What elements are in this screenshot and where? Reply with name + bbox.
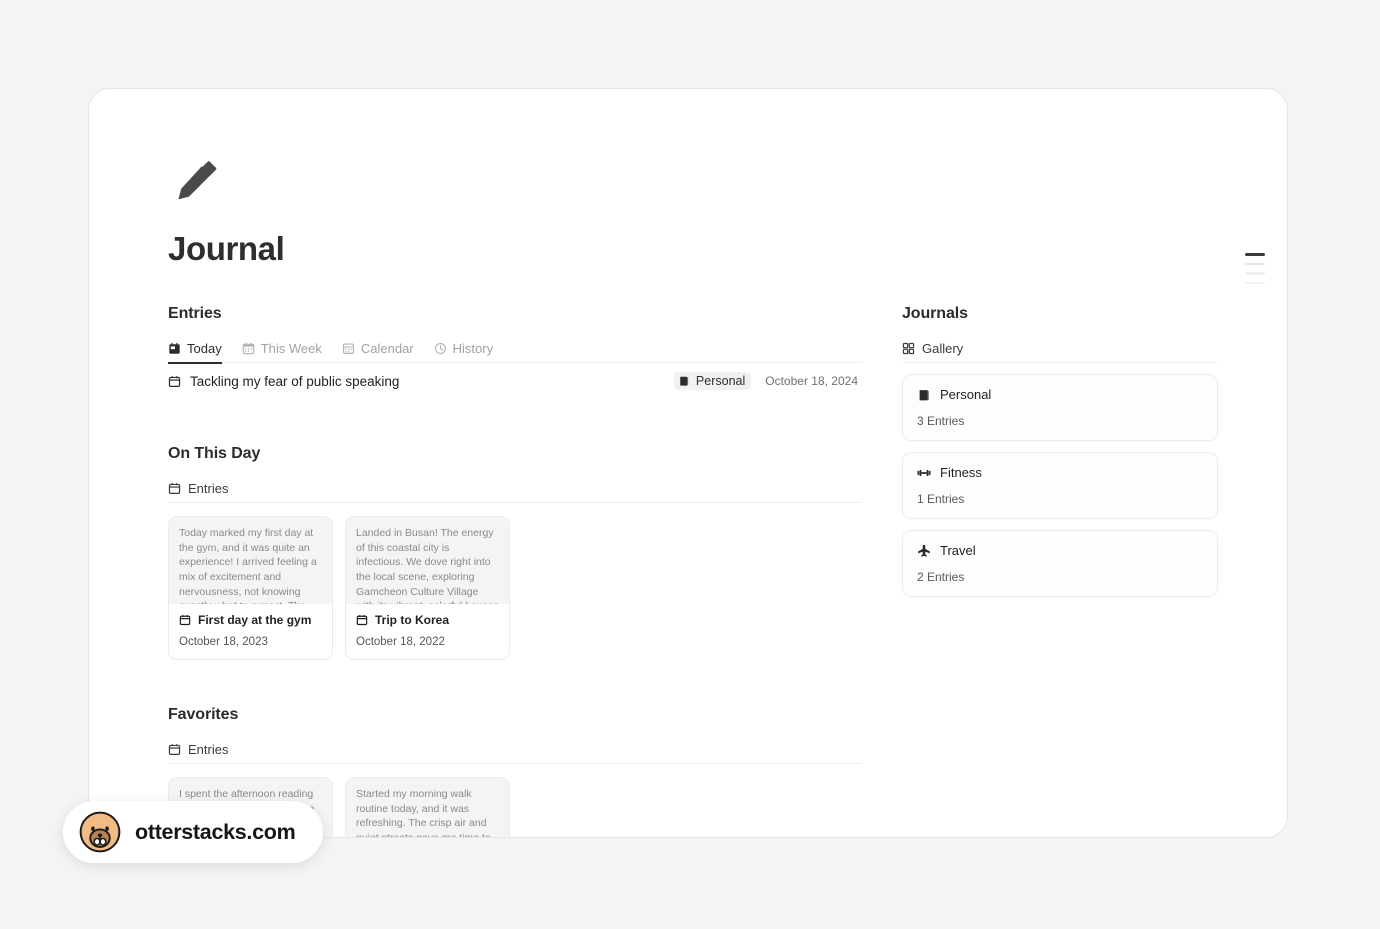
tab-history[interactable]: History [434,335,493,363]
watermark-badge: otterstacks.com [63,801,324,863]
tab-this-week[interactable]: This Week [242,335,322,363]
journals-column: Journals Gallery Personal 3 Entries Fitn… [902,305,1218,598]
on-this-day-card-grid: Today marked my first day at the gym, an… [168,516,862,661]
tab-today-label: Today [187,340,222,356]
tab-this-week-label: This Week [260,340,322,356]
otter-avatar-icon [79,811,121,853]
preview-card[interactable]: Landed in Busan! The energy of this coas… [345,516,510,661]
preview-card-title-label: Trip to Korea [375,613,450,628]
journal-card-count: 1 Entries [917,492,965,507]
entry-journal-label: Personal [695,374,746,389]
journal-card-personal[interactable]: Personal 3 Entries [902,374,1218,442]
book-icon [680,377,689,386]
tab-history-label: History [452,340,494,356]
preview-card[interactable]: Today marked my first day at the gym, an… [168,516,333,661]
favorites-subhead-label: Entries [188,742,229,758]
preview-card-footer: First day at the gym October 18, 2023 [169,604,332,660]
entry-journal-badge[interactable]: Personal [673,372,752,391]
calendar-icon [179,615,191,626]
watermark-label: otterstacks.com [135,819,296,844]
entries-section-title: Entries [168,305,222,323]
on-this-day-subhead-label: Entries [188,481,229,497]
calendar-days-icon [242,342,254,355]
clock-icon [434,342,446,354]
main-column: Entries Today This Week Calendar History… [168,305,862,837]
journal-card-label: Travel [940,543,976,559]
calendar-icon [356,615,368,626]
entry-row-date: October 18, 2024 [765,374,858,389]
calendar-icon [168,483,181,495]
gallery-grid-icon [902,343,915,355]
calendar-grid-icon [342,343,354,354]
tab-calendar-label: Calendar [360,340,414,356]
journals-subhead[interactable]: Gallery [902,335,1218,364]
pencil-icon[interactable] [168,157,220,209]
favorites-title: Favorites [168,706,239,724]
calendar-icon [168,744,181,756]
preview-card-footer: Trip to Korea October 18, 2022 [346,604,509,660]
journal-card-count: 2 Entries [917,570,965,585]
preview-card-title: First day at the gym [179,613,322,627]
tab-calendar[interactable]: Calendar [342,335,414,363]
preview-card-text: Started my morning walk routine today, a… [356,788,491,837]
preview-card[interactable]: Started my morning walk routine today, a… [345,777,510,837]
preview-card-body: Today marked my first day at the gym, an… [169,517,332,605]
journals-subhead-label: Gallery [922,341,964,357]
entry-row-title: Tackling my fear of public speaking [190,373,400,389]
preview-card-date: October 18, 2022 [356,636,445,649]
journal-card-count: 3 Entries [917,414,965,429]
page-title: Journal [168,230,285,267]
entries-tabbar: Today This Week Calendar History [168,335,862,364]
tab-today[interactable]: Today [168,335,222,364]
app-window: Journal Entries Today This Week Calendar… [88,88,1288,838]
preview-card-date: October 18, 2023 [179,636,268,649]
preview-card-text: Today marked my first day at the gym, an… [179,527,317,604]
preview-card-body: Started my morning walk routine today, a… [346,778,509,837]
book-icon [919,389,929,401]
on-this-day-subhead: Entries [168,475,862,504]
calendar-icon [168,375,181,387]
journal-card-fitness[interactable]: Fitness 1 Entries [902,452,1218,520]
page-content: Journal Entries Today This Week Calendar… [89,89,1287,837]
journal-card-title: Travel [917,543,1203,558]
journal-card-label: Personal [940,387,992,403]
on-this-day-title: On This Day [168,445,261,463]
journals-section-title: Journals [902,305,968,323]
preview-card-title-label: First day at the gym [198,613,312,628]
preview-card-title: Trip to Korea [356,613,499,627]
journal-card-label: Fitness [940,465,982,481]
journal-card-title: Fitness [917,465,1203,480]
entry-row[interactable]: Tackling my fear of public speaking Pers… [168,363,862,399]
preview-card-text: Landed in Busan! The energy of this coas… [356,527,499,604]
calendar-filled-icon [169,342,180,354]
airplane-icon [918,544,930,557]
page-scroll-area[interactable]: Journal Entries Today This Week Calendar… [89,89,1287,837]
favorites-subhead: Entries [168,736,862,765]
preview-card-body: Landed in Busan! The energy of this coas… [346,517,509,605]
journal-card-travel[interactable]: Travel 2 Entries [902,530,1218,598]
entry-row-meta: Personal October 18, 2024 [673,372,858,391]
dumbbell-icon [917,469,931,476]
journal-card-title: Personal [917,387,1203,402]
